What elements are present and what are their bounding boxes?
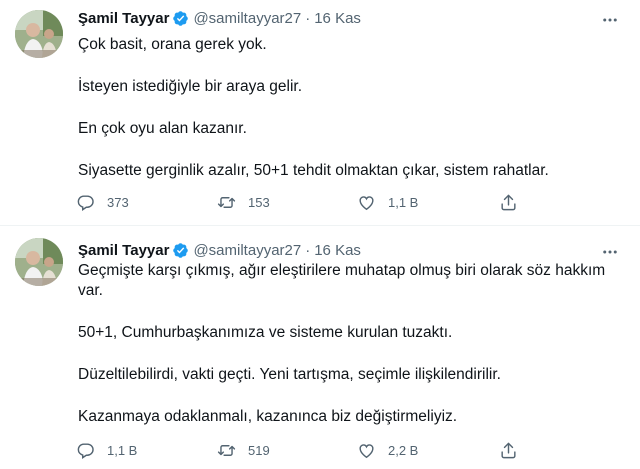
tweet-paragraph: İsteyen istediğiyle bir araya gelir. <box>78 78 303 95</box>
tweet-date[interactable]: 16 Kas <box>314 242 361 259</box>
tweet-paragraph: 50+1, Cumhurbaşkanımıza ve sisteme kurul… <box>78 324 453 341</box>
author-name[interactable]: Şamil Tayyar <box>78 10 169 27</box>
avatar[interactable] <box>15 238 63 286</box>
tweet-2[interactable]: Şamil Tayyar @samiltayyar27 · 16 Kas Geç… <box>0 226 640 469</box>
tweet-paragraph: Siyasette gerginlik azalır, 50+1 tehdit … <box>78 162 549 179</box>
tweet-paragraph: Düzeltilebilirdi, vakti geçti. Yeni tart… <box>78 366 501 383</box>
share-icon <box>501 442 516 458</box>
share-button[interactable] <box>499 438 518 462</box>
reply-count: 1,1 B <box>107 442 138 458</box>
retweet-icon <box>217 444 236 456</box>
like-button[interactable]: 1,1 B <box>357 190 418 214</box>
tweet-1[interactable]: Şamil Tayyar @samiltayyar27 · 16 Kas Çok… <box>0 0 640 225</box>
author-name[interactable]: Şamil Tayyar <box>78 242 169 259</box>
more-options-icon[interactable] <box>600 242 620 262</box>
avatar[interactable] <box>15 10 63 58</box>
retweet-count: 519 <box>248 442 270 458</box>
reply-button[interactable]: 373 <box>76 190 129 214</box>
like-button[interactable]: 2,2 B <box>357 438 418 462</box>
author-handle[interactable]: @samiltayyar27 <box>193 242 301 259</box>
reply-icon <box>77 442 94 459</box>
heart-icon <box>359 443 374 458</box>
tweet-paragraph: Kazanmaya odaklanmalı, kazanınca biz değ… <box>78 408 458 425</box>
tweet-paragraph: Çok basit, orana gerek yok. <box>78 36 267 53</box>
share-icon <box>501 194 516 210</box>
tweet-paragraph: En çok oyu alan kazanır. <box>78 120 247 137</box>
separator-dot: · <box>305 241 311 259</box>
tweet-actions: 1,1 B 519 2,2 B <box>72 438 532 462</box>
author-handle[interactable]: @samiltayyar27 <box>193 10 301 27</box>
retweet-button[interactable]: 153 <box>217 190 270 214</box>
verified-badge-icon <box>172 242 189 259</box>
retweet-icon <box>217 196 236 208</box>
verified-badge-icon <box>172 10 189 27</box>
like-count: 2,2 B <box>388 442 419 458</box>
retweet-count: 153 <box>248 194 270 210</box>
share-button[interactable] <box>499 190 518 214</box>
reply-button[interactable]: 1,1 B <box>76 438 137 462</box>
like-count: 1,1 B <box>388 194 419 210</box>
more-options-icon[interactable] <box>600 10 620 30</box>
reply-count: 373 <box>107 194 129 210</box>
tweet-date[interactable]: 16 Kas <box>314 10 361 27</box>
tweet-paragraph: Geçmişte karşı çıkmış, ağır eleştirilere… <box>78 262 606 299</box>
retweet-button[interactable]: 519 <box>217 438 270 462</box>
tweet-header: Şamil Tayyar @samiltayyar27 · 16 Kas <box>78 8 361 28</box>
reply-icon <box>77 194 94 211</box>
separator-dot: · <box>305 9 311 27</box>
avatar-photo <box>15 238 63 286</box>
avatar-photo <box>15 10 63 58</box>
tweet-header: Şamil Tayyar @samiltayyar27 · 16 Kas <box>78 240 361 260</box>
tweet-actions: 373 153 1,1 B <box>72 190 532 214</box>
heart-icon <box>359 195 374 210</box>
